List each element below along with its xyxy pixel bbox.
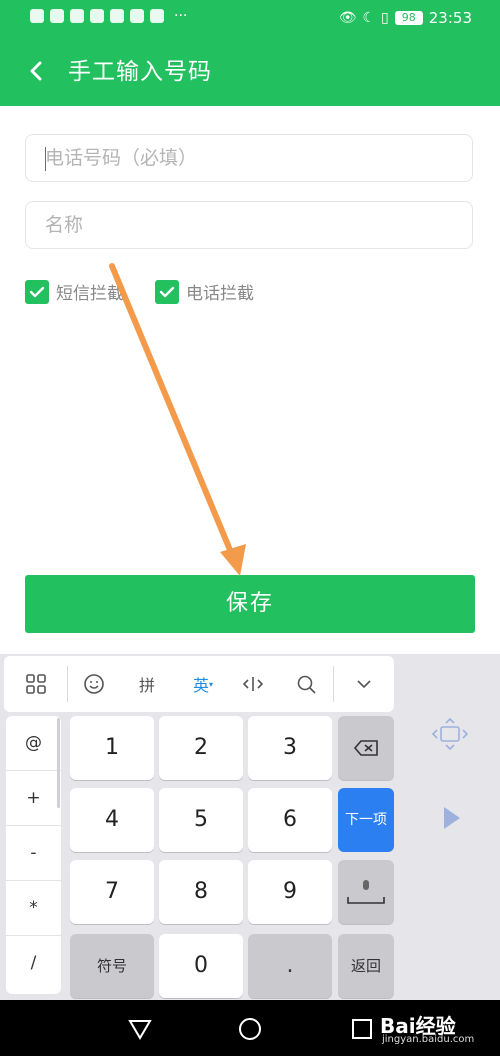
name-input[interactable] [26,202,472,248]
emoji-icon[interactable] [80,670,108,698]
check-icon [159,286,175,297]
call-block-label: 电话拦截 [186,284,254,304]
english-mode-label: 英 [192,676,209,695]
toolbar-divider [333,666,334,702]
battery-indicator: 98 [394,11,423,25]
cursor-move-icon[interactable] [238,670,268,698]
vibrate-icon: ▯ [381,10,389,26]
symbol-key[interactable]: * [6,881,61,936]
next-field-key[interactable]: 下一项 [338,788,394,852]
back-arrow-icon [30,61,42,81]
key-1[interactable]: 1 [70,716,154,780]
system-status: 👁 ☾ ▯ 98 23:53 [339,9,472,27]
moon-icon: ☾ [362,10,376,26]
call-block-checkbox[interactable]: 电话拦截 [155,279,254,304]
symbols-key[interactable]: 符号 [70,934,154,998]
app-icon [150,9,164,23]
status-bar: ··· 👁 ☾ ▯ 98 23:53 [0,0,500,38]
symbol-column: @ + - * / [6,716,61,994]
save-button[interactable]: 保存 [25,575,475,633]
navigation-bar: Bai经验 jingyan.baidu.com [0,1000,500,1056]
eye-icon: 👁 [338,10,357,26]
play-right-icon[interactable] [432,800,468,836]
clock: 23:53 [428,9,472,27]
signal-icon [70,9,84,23]
notification-icons: ··· [30,9,187,23]
return-key[interactable]: 返回 [338,934,394,998]
key-3[interactable]: 3 [248,716,332,780]
symbol-key[interactable]: @ [6,716,61,771]
search-icon[interactable] [292,670,320,698]
pinyin-mode[interactable]: 拼 [132,670,162,698]
backspace-icon [353,740,378,756]
symbol-key[interactable]: - [6,826,61,881]
key-6[interactable]: 6 [248,788,332,852]
back-triangle-icon[interactable] [127,1016,153,1042]
app-icon [130,9,144,23]
key-2[interactable]: 2 [159,716,243,780]
app-icon [90,9,104,23]
symbol-key[interactable]: + [6,771,61,826]
keyboard-toolbar: 拼 英 ▾ [4,656,394,712]
symbol-scrollbar[interactable] [57,718,60,808]
backspace-key[interactable] [338,716,394,780]
keyboard-side-panel [400,654,500,1000]
check-icon [29,286,45,297]
phone-field[interactable] [25,134,473,182]
caret-down-icon: ▾ [209,679,214,689]
grid-menu-icon[interactable] [22,670,50,698]
soft-keyboard: 拼 英 ▾ @ + - * / 1 2 3 4 5 6 下一项 7 8 9 符号… [0,654,500,1000]
sms-block-label: 短信拦截 [56,284,124,304]
checkbox-checked[interactable] [25,279,49,304]
microphone-space-icon [347,880,385,904]
text-caret [45,147,46,171]
page-title: 手工输入号码 [68,59,212,85]
key-5[interactable]: 5 [159,788,243,852]
checkbox-checked[interactable] [155,279,179,304]
phone-input[interactable] [26,135,472,181]
symbol-key[interactable]: / [6,936,61,991]
app-icon [110,9,124,23]
dot-key[interactable]: . [248,934,332,998]
recents-square-icon[interactable] [349,1016,375,1042]
name-field[interactable] [25,201,473,249]
back-button[interactable] [20,54,54,88]
wifi-icon [50,9,64,23]
baidu-watermark-url: jingyan.baidu.com [382,1034,475,1045]
key-7[interactable]: 7 [70,860,154,924]
key-0[interactable]: 0 [159,934,243,998]
move-keyboard-icon[interactable] [432,716,468,752]
overflow-dots: ··· [174,8,188,24]
sms-block-checkbox[interactable]: 短信拦截 [25,279,124,304]
space-key[interactable] [338,860,394,924]
key-9[interactable]: 9 [248,860,332,924]
english-mode[interactable]: 英 ▾ [188,670,218,698]
alert-icon [30,9,44,23]
key-4[interactable]: 4 [70,788,154,852]
key-8[interactable]: 8 [159,860,243,924]
collapse-keyboard-icon[interactable] [350,670,378,698]
app-bar: 手工输入号码 [0,38,500,106]
toolbar-divider [67,666,68,702]
home-circle-icon[interactable] [237,1016,263,1042]
